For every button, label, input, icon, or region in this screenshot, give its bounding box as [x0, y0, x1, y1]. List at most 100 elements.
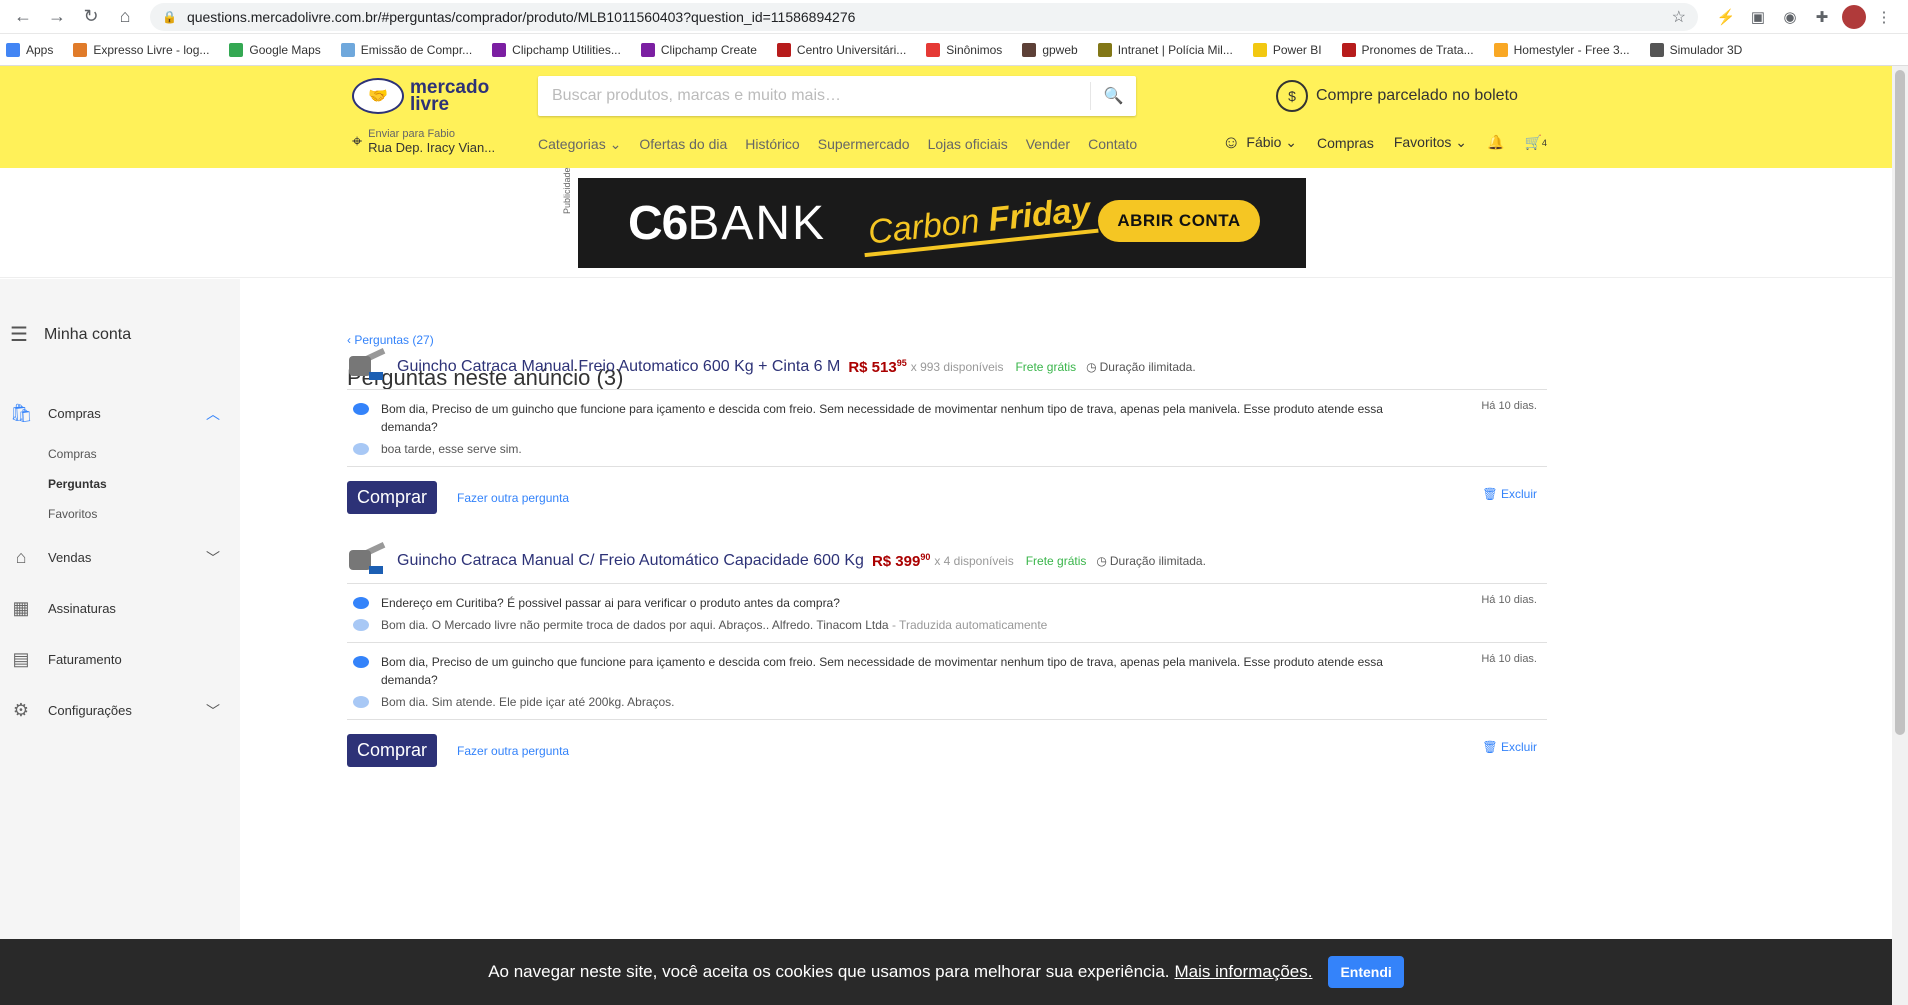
page-scrollbar[interactable] [1892, 66, 1908, 1005]
cookie-banner: Ao navegar neste site, você aceita os co… [0, 939, 1892, 1005]
store-icon: ⌂ [15, 547, 27, 567]
chevron-down-icon[interactable]: ﹀ [206, 548, 220, 568]
sidebar-sub-compras[interactable]: Compras [48, 447, 97, 461]
comprar-button[interactable]: Comprar [347, 734, 438, 767]
bookmark-star-icon[interactable]: ☆ [1672, 7, 1686, 27]
nav-supermercado[interactable]: Supermercado [818, 136, 910, 153]
mercado-livre-logo[interactable]: 🤝 mercado livre [352, 78, 489, 114]
bookmark-item[interactable]: Emissão de Compr... [340, 42, 472, 57]
ad-area: Publicidade C6BANK Carbon Friday ABRIR C… [0, 167, 1908, 278]
question-timestamp: Há 10 dias. [1481, 400, 1537, 412]
hamburger-icon[interactable]: ☰ [10, 322, 28, 347]
bookmark-label: Power BI [1272, 42, 1322, 57]
promo-boleto[interactable]: $ Compre parcelado no boleto [1276, 80, 1518, 112]
sidebar-sub-favoritos[interactable]: Favoritos [48, 507, 97, 521]
nav-categorias[interactable]: Categorias ⌄ [538, 136, 621, 153]
profile-avatar[interactable] [1842, 4, 1866, 29]
cookie-more-info-link[interactable]: Mais informações. [1175, 962, 1313, 982]
abrir-conta-button[interactable]: ABRIR CONTA [1098, 200, 1260, 242]
nav-historico[interactable]: Histórico [745, 136, 799, 153]
comprar-button[interactable]: Comprar [347, 481, 438, 514]
ask-another-question-link[interactable]: Fazer outra pergunta [457, 491, 569, 505]
bookmark-item[interactable]: Sinônimos [926, 42, 1002, 57]
address-bar[interactable]: 🔒 questions.mercadolivre.com.br/#pergunt… [150, 2, 1698, 31]
compras-link[interactable]: Compras [1317, 135, 1374, 151]
minha-conta-header[interactable]: ☰ Minha conta [10, 322, 131, 347]
c6-bank-ad[interactable]: C6BANK Carbon Friday ABRIR CONTA [578, 178, 1306, 268]
product-question-group: Guincho Catraca Manual Freio Automatico … [347, 345, 1547, 516]
bookmark-item[interactable]: Intranet | Polícia Mil... [1097, 42, 1233, 57]
chevron-down-icon[interactable]: ﹀ [206, 701, 220, 721]
user-nav: ☺ Fábio ⌄ Compras Favoritos ⌄ 🔔 🛒 4 [1222, 132, 1567, 153]
bookmark-item[interactable]: Pronomes de Trata... [1341, 42, 1474, 57]
reload-icon[interactable]: ↻ [78, 4, 104, 30]
delete-question-button[interactable]: 🗑 Excluir [1482, 740, 1537, 754]
extension-icon[interactable]: ▣ [1744, 6, 1772, 28]
sidebar-item-vendas[interactable]: ⌂ Vendas ﹀ [10, 547, 220, 568]
chevron-up-icon[interactable]: ︿ [206, 404, 220, 424]
sidebar-item-assinaturas[interactable]: ▦ Assinaturas [10, 598, 220, 619]
back-arrow-icon[interactable]: ← [10, 4, 36, 30]
bookmark-favicon-icon [1493, 42, 1508, 57]
favoritos-link[interactable]: Favoritos ⌄ [1394, 134, 1467, 151]
sidebar-item-faturamento[interactable]: ▤ Faturamento [10, 649, 220, 670]
home-icon[interactable]: ⌂ [112, 4, 138, 30]
search-input[interactable] [538, 76, 1090, 116]
lock-icon: 🔒 [162, 9, 177, 24]
puzzle-icon[interactable]: ✚ [1808, 6, 1836, 28]
menu-dots-icon[interactable]: ⋮ [1870, 6, 1898, 28]
extension-icon[interactable]: ◉ [1776, 6, 1804, 28]
bookmark-item[interactable]: Google Maps [229, 42, 321, 57]
duration-label: ◷ Duração ilimitada. [1096, 554, 1206, 568]
sidebar-item-configuracoes[interactable]: ⚙ Configurações ﹀ [10, 700, 220, 721]
product-question-group: Guincho Catraca Manual C/ Freio Automáti… [347, 539, 1547, 769]
question-bubble-icon [353, 403, 369, 415]
bell-icon[interactable]: 🔔 [1487, 134, 1504, 151]
user-menu[interactable]: ☺ Fábio ⌄ [1222, 132, 1297, 153]
bookmark-label: Clipchamp Utilities... [512, 42, 621, 57]
bookmark-item[interactable]: Clipchamp Utilities... [492, 42, 621, 57]
url-text[interactable]: questions.mercadolivre.com.br/#perguntas… [187, 9, 1672, 25]
bookmark-favicon-icon [6, 42, 20, 57]
answer-bubble-icon [353, 619, 369, 631]
question-bubble-icon [353, 597, 369, 609]
carbon-friday-text: Carbon Friday [860, 189, 1099, 257]
search-icon[interactable]: 🔍 [1090, 82, 1136, 110]
question-text: Bom dia, Preciso de um guincho que funci… [381, 402, 1383, 434]
shipping-location[interactable]: ⌖ Enviar para Fabio Rua Dep. Iracy Vian.… [352, 128, 495, 155]
bookmark-item[interactable]: Clipchamp Create [640, 42, 757, 57]
account-sidebar: ☰ Minha conta 🛍 Compras ︿ Compras Pergun… [0, 279, 240, 1005]
cookie-accept-button[interactable]: Entendi [1328, 956, 1404, 988]
bookmark-favicon-icon [640, 42, 655, 57]
bookmark-item[interactable]: Centro Universitári... [776, 42, 906, 57]
cart-icon[interactable]: 🛒 4 [1524, 134, 1546, 151]
bookmark-item[interactable]: Expresso Livre - log... [73, 42, 210, 57]
ask-another-question-link[interactable]: Fazer outra pergunta [457, 744, 569, 758]
question-timestamp: Há 10 dias. [1481, 653, 1537, 665]
bookmark-item[interactable]: Simulador 3D [1649, 42, 1742, 57]
bookmark-item[interactable]: Homestyler - Free 3... [1493, 42, 1630, 57]
product-thumbnail[interactable] [347, 542, 387, 578]
product-title-link[interactable]: Guincho Catraca Manual Freio Automatico … [397, 358, 840, 376]
user-icon: ☺ [1222, 132, 1241, 152]
bookmark-label: Expresso Livre - log... [93, 42, 210, 57]
logo-text: mercado livre [410, 77, 490, 115]
product-title-link[interactable]: Guincho Catraca Manual C/ Freio Automáti… [397, 552, 864, 570]
nav-lojas-oficiais[interactable]: Lojas oficiais [928, 136, 1008, 153]
bookmark-item[interactable]: Power BI [1252, 42, 1322, 57]
bookmark-item[interactable]: gpweb [1022, 42, 1078, 57]
delete-question-button[interactable]: 🗑 Excluir [1482, 487, 1537, 501]
nav-contato[interactable]: Contato [1088, 136, 1137, 153]
extension-icon[interactable]: ⚡ [1712, 6, 1740, 28]
sidebar-sub-perguntas[interactable]: Perguntas [48, 477, 107, 491]
bookmark-item[interactable]: Apps [6, 42, 53, 57]
answer-bubble-icon [353, 696, 369, 708]
product-thumbnail[interactable] [347, 348, 387, 384]
question-bubble-icon [353, 656, 369, 668]
nav-vender[interactable]: Vender [1026, 136, 1070, 153]
sidebar-item-compras[interactable]: 🛍 Compras ︿ [10, 403, 220, 424]
scrollbar-thumb[interactable] [1895, 70, 1905, 735]
bookmark-label: Homestyler - Free 3... [1513, 42, 1630, 57]
nav-ofertas[interactable]: Ofertas do dia [639, 136, 727, 153]
forward-arrow-icon[interactable]: → [44, 4, 70, 30]
